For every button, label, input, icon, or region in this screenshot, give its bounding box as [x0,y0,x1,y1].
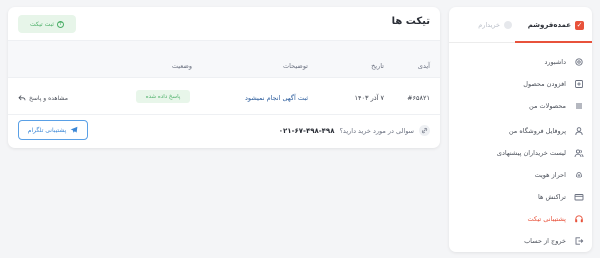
active-tab-indicator [515,41,592,43]
card-icon [574,192,584,202]
sidebar-item-dashboard[interactable]: داشبورد [457,55,584,69]
support-question-text: سوالی در مورد خرید دارید؟ [339,126,414,135]
sidebar-item-suggested-buyers[interactable]: لیست خریداران پیشنهادی [457,146,584,160]
telegram-icon [70,126,78,133]
sidebar-item-add-product[interactable]: افزودن محصول [457,77,584,91]
status-badge: پاسخ داده شده [136,90,190,103]
sidebar-item-label: خروج از حساب [524,237,566,245]
column-header-date: تاریخ [371,62,384,70]
role-seller-label: عمده‌فروشم [527,21,571,29]
role-buyer-label: خریدارم [478,21,500,29]
support-phone[interactable]: ۰۲۱-۶۷-۴۹۸-۴۹۸ [279,127,335,135]
role-tabs: ✓ عمده‌فروشم خریدارم [449,7,592,43]
column-header-description: توضیحات [283,62,308,70]
column-header-status: وضعیت [171,62,192,70]
table-row: #۶۵۸۲۱ ۷ آذر ۱۴۰۳ ثبت آگهی انجام نمیشود … [8,78,440,115]
checkbox-checked-icon: ✓ [575,20,584,30]
ticket-date: ۷ آذر ۱۴۰۳ [354,94,384,102]
telegram-support-label: پشتیبانی تلگرام [27,126,67,134]
role-tab-buyer[interactable]: خریدارم [478,17,512,33]
sidebar-item-label: داشبورد [544,58,567,66]
list-icon [574,101,584,111]
sidebar-item-ticket-support[interactable]: پشتیبانی تیکت [457,212,584,226]
users-icon [574,148,584,158]
support-question: سوالی در مورد خرید دارید؟ ۰۲۱-۶۷-۴۹۸-۴۹۸ [279,125,430,136]
reply-arrow-icon [18,95,26,101]
view-and-reply-link[interactable]: مشاهده و پاسخ [18,94,68,102]
sidebar-item-identity-verification[interactable]: احراز هویت [457,168,584,182]
plus-circle-icon: + [56,20,64,28]
sidebar-item-transactions[interactable]: تراکنش ها [457,190,584,204]
page-title: تیکت ها [391,16,430,27]
ticket-id: #۶۵۸۲۱ [407,94,430,102]
table-header: آیدی تاریخ توضیحات وضعیت [8,40,440,78]
ticket-description: ثبت آگهی انجام نمیشود [244,94,308,102]
sidebar-item-label: افزودن محصول [523,80,566,88]
logout-icon [574,236,584,246]
tickets-header: تیکت ها + ثبت تیکت [8,7,440,40]
plus-square-icon [574,79,584,89]
fingerprint-icon [574,170,584,180]
sidebar-item-label: احراز هویت [534,171,566,179]
sidebar-item-label: محصولات من [529,102,566,110]
sidebar-item-label: لیست خریداران پیشنهادی [496,149,566,157]
gear-icon [574,57,584,67]
support-footer: سوالی در مورد خرید دارید؟ ۰۲۱-۶۷-۴۹۸-۴۹۸… [8,115,440,148]
user-icon [574,126,584,136]
new-ticket-label: ثبت تیکت [30,20,54,28]
link-icon [419,125,430,136]
radio-icon [504,21,512,29]
sidebar-item-label: پشتیبانی تیکت [527,215,566,223]
view-and-reply-label: مشاهده و پاسخ [29,94,68,102]
column-header-id: آیدی [417,62,430,70]
headset-icon [574,214,584,224]
sidebar-item-my-products[interactable]: محصولات من [457,99,584,113]
role-tab-seller[interactable]: ✓ عمده‌فروشم [528,17,584,33]
sidebar-item-store-profile[interactable]: پروفایل فروشگاه من [457,124,584,138]
sidebar: ✓ عمده‌فروشم خریدارم داشبورد افزودن محصو… [449,7,592,252]
tickets-card: تیکت ها + ثبت تیکت آیدی تاریخ توضیحات وض… [8,7,440,148]
sidebar-item-logout[interactable]: خروج از حساب [457,234,584,248]
sidebar-item-label: پروفایل فروشگاه من [508,127,566,135]
sidebar-item-label: تراکنش ها [537,193,566,201]
new-ticket-button[interactable]: + ثبت تیکت [18,15,76,33]
telegram-support-button[interactable]: پشتیبانی تلگرام [18,120,88,140]
